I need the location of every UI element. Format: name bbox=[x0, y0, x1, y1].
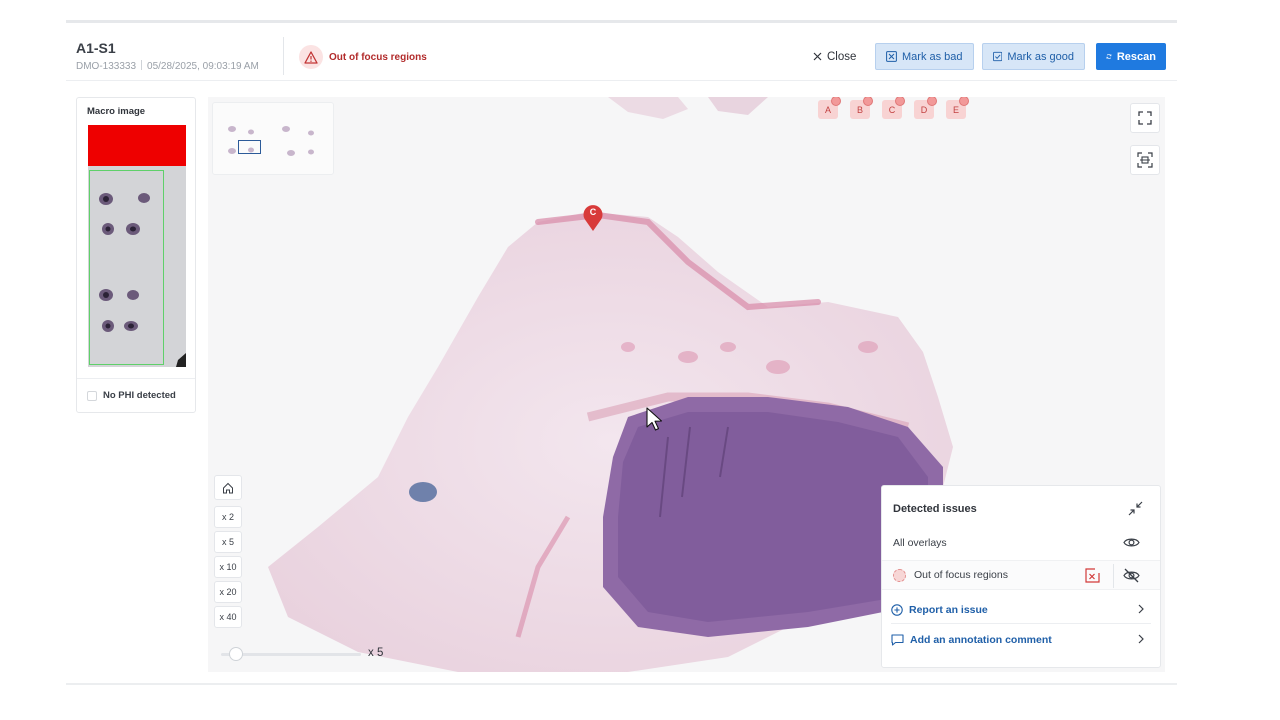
zoom-controls: x 2 x 5 x 10 x 20 x 40 bbox=[214, 475, 242, 631]
region-marker-c[interactable]: C bbox=[882, 97, 905, 119]
eye-icon bbox=[1123, 538, 1140, 547]
eye-off-icon bbox=[1123, 568, 1140, 583]
viewport-indicator[interactable] bbox=[238, 140, 261, 154]
macro-divider bbox=[77, 378, 195, 379]
fullscreen-icon bbox=[1138, 111, 1152, 125]
macro-title: Macro image bbox=[87, 106, 146, 117]
zoom-x20-button[interactable]: x 20 bbox=[214, 581, 242, 603]
out-of-focus-label: Out of focus regions bbox=[914, 569, 1008, 581]
region-pin-c[interactable]: C bbox=[582, 204, 604, 237]
mark-as-bad-label: Mark as bad bbox=[902, 50, 963, 63]
x-square-icon bbox=[886, 51, 897, 62]
header: A1-S1 DMO-133333 05/28/2025, 09:03:19 AM … bbox=[66, 23, 1177, 81]
report-issue-label: Report an issue bbox=[909, 603, 988, 616]
alert-dot-icon bbox=[895, 97, 905, 106]
region-marker-b[interactable]: B bbox=[850, 97, 873, 119]
phi-label: No PHI detected bbox=[103, 390, 176, 401]
scan-area-frame bbox=[89, 170, 164, 365]
zoom-slider-handle[interactable] bbox=[229, 647, 243, 661]
close-button[interactable]: Close bbox=[803, 43, 866, 70]
collapse-panel-button[interactable] bbox=[1128, 501, 1143, 521]
home-button[interactable] bbox=[214, 475, 242, 500]
chevron-right-icon bbox=[1138, 634, 1144, 644]
marker-label: E bbox=[952, 104, 959, 115]
close-button-label: Close bbox=[827, 50, 857, 63]
out-of-focus-swatch bbox=[893, 569, 906, 582]
slide-meta: DMO-133333 05/28/2025, 09:03:19 AM bbox=[76, 60, 259, 72]
detected-issues-panel: Detected issues All overlays Out of focu… bbox=[881, 485, 1161, 668]
macro-image[interactable] bbox=[88, 125, 186, 367]
issue-chip: Out of focus regions bbox=[299, 45, 427, 69]
add-annotation-comment-link[interactable]: Add an annotation comment bbox=[891, 626, 1151, 654]
issue-chip-label: Out of focus regions bbox=[329, 51, 427, 63]
alert-dot-icon bbox=[927, 97, 937, 106]
pin-label: C bbox=[589, 207, 597, 217]
marker-label: D bbox=[920, 104, 928, 115]
visibility-toggle[interactable] bbox=[1123, 568, 1140, 588]
remove-overlay-button[interactable] bbox=[1085, 568, 1100, 588]
all-overlays-label: All overlays bbox=[893, 537, 947, 549]
zoom-slider[interactable]: x 5 bbox=[213, 642, 393, 666]
header-divider bbox=[283, 37, 284, 75]
scan-region-button[interactable] bbox=[1130, 145, 1160, 175]
check-square-icon bbox=[993, 51, 1003, 62]
phi-status: No PHI detected bbox=[87, 390, 176, 401]
mark-as-bad-button[interactable]: Mark as bad bbox=[875, 43, 974, 70]
row-divider bbox=[1113, 564, 1114, 588]
navigator-thumbnail[interactable] bbox=[212, 102, 334, 175]
region-marker-a[interactable]: A bbox=[818, 97, 841, 119]
fullscreen-button[interactable] bbox=[1130, 103, 1160, 133]
slide-review-app: A1-S1 DMO-133333 05/28/2025, 09:03:19 AM … bbox=[66, 23, 1177, 683]
zoom-x5-button[interactable]: x 5 bbox=[214, 531, 242, 553]
scan-icon bbox=[1137, 152, 1153, 168]
phi-checkbox[interactable] bbox=[87, 390, 97, 401]
region-marker-e[interactable]: E bbox=[946, 97, 969, 119]
plus-circle-icon bbox=[891, 603, 903, 616]
marker-label: C bbox=[888, 104, 896, 115]
collapse-icon bbox=[1128, 501, 1143, 516]
region-marker-d[interactable]: D bbox=[914, 97, 937, 119]
marker-label: B bbox=[856, 104, 863, 115]
alert-dot-icon bbox=[863, 97, 873, 106]
home-icon bbox=[223, 482, 233, 493]
report-issue-link[interactable]: Report an issue bbox=[891, 596, 1151, 624]
slide-viewer[interactable]: A B C D E C x 2 x 5 x 10 x 20 x 40 x 5 D… bbox=[208, 97, 1165, 672]
all-overlays-row[interactable]: All overlays bbox=[882, 528, 1160, 558]
visibility-toggle[interactable] bbox=[1123, 535, 1140, 555]
marker-label: A bbox=[824, 104, 831, 115]
zoom-value: x 5 bbox=[368, 647, 384, 659]
rescan-button[interactable]: Rescan bbox=[1096, 43, 1166, 70]
out-of-focus-row[interactable]: Out of focus regions bbox=[882, 560, 1160, 590]
warning-icon bbox=[299, 45, 323, 69]
rescan-label: Rescan bbox=[1116, 50, 1156, 63]
macro-panel: Macro image No PHI detected bbox=[76, 97, 196, 413]
mark-as-good-button[interactable]: Mark as good bbox=[982, 43, 1085, 70]
scan-timestamp: 05/28/2025, 09:03:19 AM bbox=[147, 61, 259, 72]
refresh-icon bbox=[1106, 54, 1112, 59]
issues-title: Detected issues bbox=[893, 503, 977, 515]
zoom-x2-button[interactable]: x 2 bbox=[214, 506, 242, 528]
bottom-divider bbox=[66, 683, 1177, 685]
mouse-cursor-icon bbox=[646, 407, 663, 431]
comment-icon bbox=[891, 634, 904, 646]
chevron-right-icon bbox=[1138, 604, 1144, 614]
zoom-x40-button[interactable]: x 40 bbox=[214, 606, 242, 628]
zoom-x10-button[interactable]: x 10 bbox=[214, 556, 242, 578]
region-markers: A B C D E bbox=[818, 97, 969, 119]
x-square-icon bbox=[1085, 568, 1100, 583]
case-id: DMO-133333 bbox=[76, 61, 137, 72]
mark-as-good-label: Mark as good bbox=[1007, 50, 1074, 63]
meta-separator bbox=[141, 60, 143, 70]
add-comment-label: Add an annotation comment bbox=[910, 634, 1052, 646]
slide-title: A1-S1 bbox=[76, 40, 116, 56]
thumbnail-graphic bbox=[228, 126, 314, 156]
alert-dot-icon bbox=[831, 97, 841, 106]
close-icon bbox=[813, 52, 822, 61]
